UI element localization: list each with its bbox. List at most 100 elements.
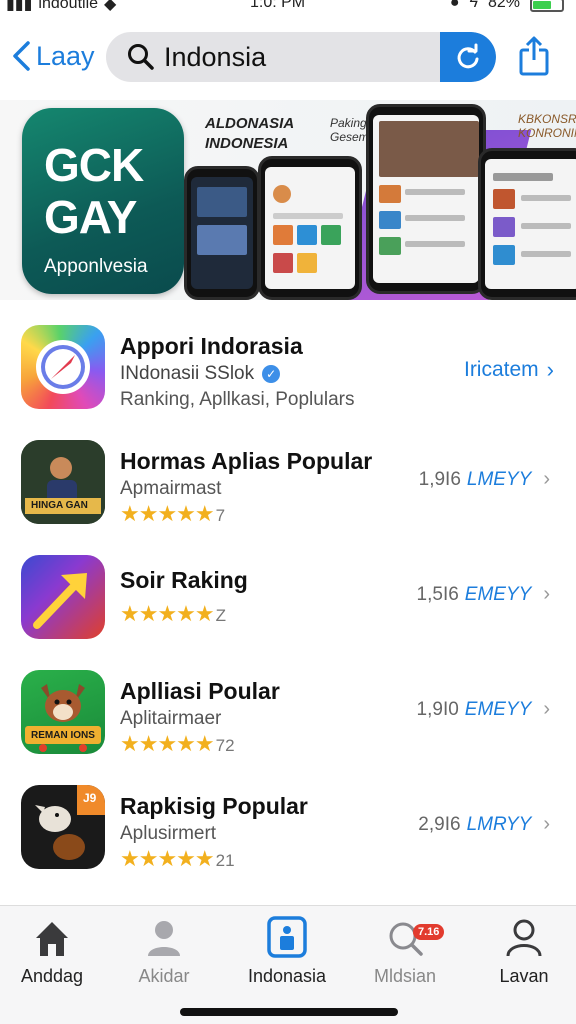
list-item-featured[interactable]: Appori Indorasia INdonasii SSlok ✓ Rankin… xyxy=(0,315,576,430)
open-button[interactable]: Iricatem › xyxy=(464,357,554,383)
tab-label: Anddag xyxy=(20,966,84,986)
banner-headline: ALDONASIA INDONESIA xyxy=(205,115,294,152)
app-subtitle: Aplitairmaer xyxy=(120,708,222,729)
person-photo-icon xyxy=(21,440,105,524)
badge-icon xyxy=(267,916,307,958)
rating-count: 7 xyxy=(215,506,226,525)
search-query: Indonsia xyxy=(164,41,267,72)
download-count: 1,9I6 xyxy=(418,468,461,490)
charging-icon: ϟ xyxy=(469,0,478,11)
tab-indonasia[interactable]: Indonasia xyxy=(237,916,337,987)
list-item[interactable]: HINGA GAN Hormas Aplias Popular Apmairma… xyxy=(0,430,576,545)
verified-icon: ✓ xyxy=(262,365,281,383)
app-meta[interactable]: 1,5I6 EMEYY › xyxy=(417,583,550,606)
home-indicator[interactable] xyxy=(180,1008,398,1016)
tab-bar: Anddag Akidar Indonasia 7.16 Mldsian Lav… xyxy=(0,905,576,1024)
tab-mldsian[interactable]: 7.16 Mldsian xyxy=(355,916,455,987)
rating-stars: ★★★★★ 21 xyxy=(120,846,235,871)
app-icon-text: HINGA GAN xyxy=(31,500,88,511)
app-icon-text: J9 xyxy=(83,791,97,805)
featured-developer: INdonasii SSlok ✓ xyxy=(120,363,281,385)
banner-icon-line2: GAY xyxy=(44,191,137,243)
tab-akidar[interactable]: Akidar xyxy=(114,916,214,987)
banner-icon-caption: Apponlvesia xyxy=(44,256,148,277)
price-label: EMEYY xyxy=(464,583,532,605)
app-subtitle: Aplusirmert xyxy=(120,823,217,844)
app-icon[interactable]: REMAN IONS xyxy=(21,670,105,754)
download-count: 1,5I6 xyxy=(416,583,459,605)
phone-mockup xyxy=(258,156,362,300)
app-subtitle: Apmairmast xyxy=(120,478,222,499)
app-list: Appori Indorasia INdonasii SSlok ✓ Rankin… xyxy=(0,315,576,890)
chevron-right-icon: › xyxy=(543,468,550,490)
open-label: Iricatem xyxy=(463,358,539,381)
rating-stars: ★★★★★ 72 xyxy=(120,731,235,756)
back-button[interactable]: Laay xyxy=(10,40,95,72)
tab-label: Akidar xyxy=(138,966,190,986)
phone-mockup xyxy=(366,104,486,294)
app-icon[interactable] xyxy=(21,555,105,639)
person-icon xyxy=(148,921,180,956)
chevron-right-icon: › xyxy=(546,357,554,382)
signal-icon: ▮▮▮ xyxy=(6,0,33,13)
phone-mockup xyxy=(478,148,576,300)
app-meta[interactable]: 1,9I0 EMEYY › xyxy=(417,698,550,721)
app-meta[interactable]: 2,9I6 LMRYY › xyxy=(418,813,550,836)
list-item[interactable]: J9 Rapkisig Popular Aplusirmert ★★★★★ 21 … xyxy=(0,775,576,890)
app-title: Aplliasi Poular xyxy=(120,678,280,704)
app-meta[interactable]: 1,9I6 LMEYY › xyxy=(419,468,550,491)
price-label: LMEYY xyxy=(466,468,532,490)
rating-count: 21 xyxy=(215,851,235,870)
nav-bar: Laay Indonsia xyxy=(0,28,576,90)
back-label: Laay xyxy=(36,40,95,71)
chevron-right-icon: › xyxy=(543,813,550,835)
home-icon xyxy=(36,922,68,956)
list-item[interactable]: Soir Raking ★★★★★ Z 1,5I6 EMEYY › xyxy=(0,545,576,660)
search-input[interactable]: Indonsia xyxy=(106,32,496,82)
battery-percent: 82% xyxy=(487,0,520,11)
status-time: 1:0: PM xyxy=(250,0,306,11)
featured-description: Ranking, Apllkasi, Poplulars xyxy=(120,389,355,410)
lock-icon: ● xyxy=(449,0,460,11)
refresh-button[interactable] xyxy=(440,32,496,82)
featured-banner[interactable]: GCK GAY Apponlvesia ALDONASIA INDONESIA … xyxy=(0,100,576,300)
share-icon[interactable] xyxy=(518,36,550,76)
app-title: Rapkisig Popular xyxy=(120,793,308,819)
app-icon[interactable] xyxy=(21,325,105,409)
app-icon-text: REMAN IONS xyxy=(31,730,95,741)
compass-icon xyxy=(36,340,90,394)
tab-label: Lavan xyxy=(499,966,549,986)
chevron-right-icon: › xyxy=(543,583,550,605)
carrier-label: indoutlie xyxy=(38,0,99,12)
chevron-right-icon: › xyxy=(543,698,550,720)
tab-label: Indonasia xyxy=(247,966,327,986)
notification-badge: 7.16 xyxy=(413,924,445,940)
app-title: Soir Raking xyxy=(120,567,248,593)
dog-icon xyxy=(25,684,101,752)
tab-anddag[interactable]: Anddag xyxy=(2,916,102,987)
tab-lavan[interactable]: Lavan xyxy=(474,916,574,987)
app-title: Hormas Aplias Popular xyxy=(120,448,373,474)
list-item[interactable]: REMAN IONS Aplliasi Poular Aplitairmaer … xyxy=(0,660,576,775)
search-icon xyxy=(128,44,154,70)
chevron-left-icon xyxy=(13,41,30,71)
wifi-icon: ◆ xyxy=(104,0,117,13)
app-icon[interactable]: J9 xyxy=(21,785,105,869)
rating-stars: ★★★★★ Z xyxy=(120,601,227,626)
banner-tagline: Paking Geseme xyxy=(330,116,376,144)
rating-stars: ★★★★★ 7 xyxy=(120,501,226,526)
price-label: LMRYY xyxy=(466,813,532,835)
download-count: 1,9I0 xyxy=(416,698,459,720)
price-label: EMEYY xyxy=(464,698,532,720)
arrow-icon xyxy=(33,573,87,629)
featured-title: Appori Indorasia xyxy=(120,333,303,359)
app-icon[interactable]: HINGA GAN xyxy=(21,440,105,524)
banner-app-icon[interactable]: GCK GAY Apponlvesia xyxy=(22,108,184,294)
banner-side-text: KBKONSR KONRONIM xyxy=(518,112,576,140)
battery-icon xyxy=(530,0,564,12)
tab-label: Mldsian xyxy=(373,966,437,986)
phone-mockup xyxy=(184,166,260,300)
banner-icon-line1: GCK xyxy=(44,139,144,191)
status-bar: ▮▮▮ indoutlie ◆ 1:0: PM ● ϟ 82% xyxy=(0,0,576,14)
rating-count: 72 xyxy=(215,736,235,755)
